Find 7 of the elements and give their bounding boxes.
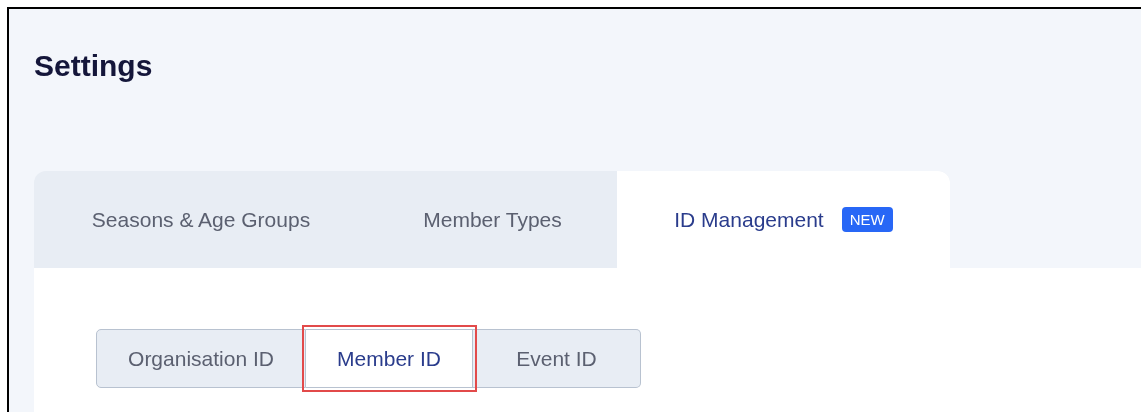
tab[interactable]: Seasons & Age Groups [34, 171, 368, 268]
tab[interactable]: Member Types [368, 171, 617, 268]
new-badge: NEW [841, 207, 893, 232]
segment-button[interactable]: Event ID [473, 329, 641, 388]
tab[interactable]: ID Management NEW [617, 171, 950, 268]
segment-button[interactable]: Organisation ID [96, 329, 306, 388]
page-title: Settings [34, 48, 154, 84]
